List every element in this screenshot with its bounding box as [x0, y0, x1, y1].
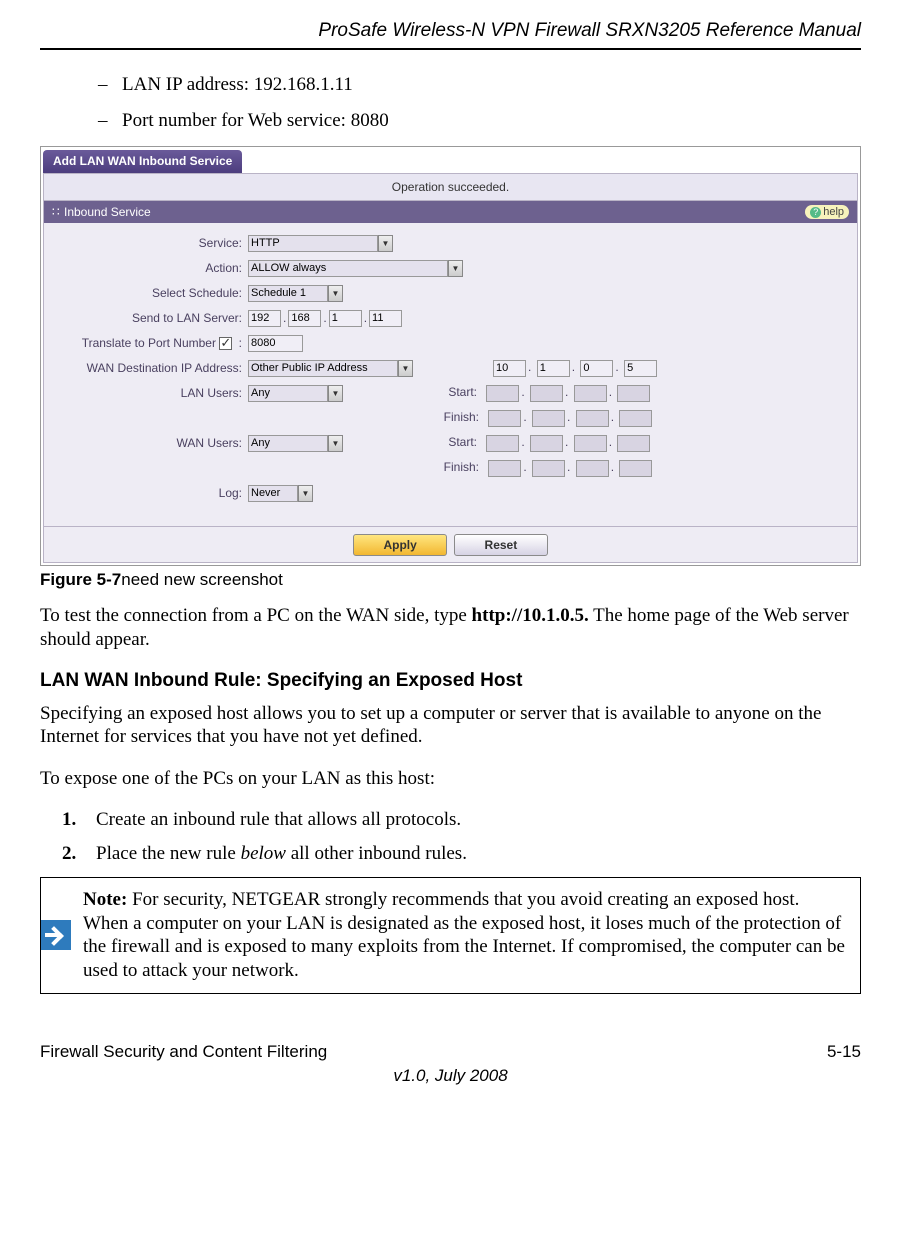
chevron-down-icon[interactable]: ▼: [398, 360, 413, 377]
footer-section: Firewall Security and Content Filtering: [40, 1042, 327, 1062]
section-heading: LAN WAN Inbound Rule: Specifying an Expo…: [40, 670, 861, 692]
translate-checkbox[interactable]: [219, 337, 232, 350]
wan-finish-c[interactable]: [576, 460, 609, 477]
wan-finish-a[interactable]: [488, 460, 521, 477]
schedule-select[interactable]: [248, 285, 328, 302]
wan-dest-select[interactable]: [248, 360, 398, 377]
label-schedule: Select Schedule:: [58, 286, 248, 300]
port-input[interactable]: [248, 335, 303, 352]
chevron-down-icon[interactable]: ▼: [328, 385, 343, 402]
lan-ip-a[interactable]: [248, 310, 281, 327]
lan-finish-a[interactable]: [488, 410, 521, 427]
arrow-icon: [41, 920, 71, 950]
bullet-item: –Port number for Web service: 8080: [98, 110, 861, 132]
lan-users-select[interactable]: [248, 385, 328, 402]
log-select[interactable]: [248, 485, 298, 502]
manual-header: ProSafe Wireless-N VPN Firewall SRXN3205…: [40, 20, 861, 42]
chevron-down-icon[interactable]: ▼: [448, 260, 463, 277]
lan-start-a[interactable]: [486, 385, 519, 402]
lan-finish-d[interactable]: [619, 410, 652, 427]
panel-title: Inbound Service: [64, 205, 151, 219]
form-tab[interactable]: Add LAN WAN Inbound Service: [43, 150, 242, 173]
wan-finish-d[interactable]: [619, 460, 652, 477]
wan-start-c[interactable]: [574, 435, 607, 452]
wan-ip-d[interactable]: [624, 360, 657, 377]
bullet-text: LAN IP address: 192.168.1.11: [122, 74, 353, 96]
help-icon: ?: [810, 207, 821, 218]
lan-start-b[interactable]: [530, 385, 563, 402]
page-footer: Firewall Security and Content Filtering …: [40, 1042, 861, 1086]
lan-finish-c[interactable]: [576, 410, 609, 427]
reset-button[interactable]: Reset: [454, 534, 548, 556]
wan-ip-c[interactable]: [580, 360, 613, 377]
apply-button[interactable]: Apply: [353, 534, 447, 556]
wan-ip-a[interactable]: [493, 360, 526, 377]
label-start: Start:: [423, 435, 483, 449]
action-select[interactable]: [248, 260, 448, 277]
figure-caption: Figure 5-7need new screenshot: [40, 570, 861, 590]
status-message: Operation succeeded.: [43, 173, 858, 200]
wan-start-a[interactable]: [486, 435, 519, 452]
body-paragraph: Specifying an exposed host allows you to…: [40, 702, 861, 750]
footer-page: 5-15: [827, 1042, 861, 1062]
body-paragraph: To expose one of the PCs on your LAN as …: [40, 767, 861, 791]
label-action: Action:: [58, 261, 248, 275]
label-start: Start:: [423, 385, 483, 399]
bullet-item: –LAN IP address: 192.168.1.11: [98, 74, 861, 96]
note-box: Note: For security, NETGEAR strongly rec…: [40, 877, 861, 994]
wan-start-d[interactable]: [617, 435, 650, 452]
bullet-text: Port number for Web service: 8080: [122, 110, 389, 132]
lan-ip-c[interactable]: [329, 310, 362, 327]
chevron-down-icon[interactable]: ▼: [328, 435, 343, 452]
label-log: Log:: [58, 486, 248, 500]
lan-finish-b[interactable]: [532, 410, 565, 427]
header-rule: [40, 48, 861, 50]
label-translate: Translate to Port Number :: [58, 336, 248, 350]
label-service: Service:: [58, 236, 248, 250]
chevron-down-icon[interactable]: ▼: [298, 485, 313, 502]
body-paragraph: To test the connection from a PC on the …: [40, 604, 861, 652]
wan-ip-b[interactable]: [537, 360, 570, 377]
label-finish: Finish:: [425, 410, 485, 424]
label-wan-users: WAN Users:: [58, 436, 248, 450]
lan-ip-b[interactable]: [288, 310, 321, 327]
label-send-lan: Send to LAN Server:: [58, 311, 248, 325]
service-select[interactable]: [248, 235, 378, 252]
wan-users-select[interactable]: [248, 435, 328, 452]
chevron-down-icon[interactable]: ▼: [378, 235, 393, 252]
wan-finish-b[interactable]: [532, 460, 565, 477]
label-wan-dest: WAN Destination IP Address:: [58, 361, 248, 375]
lan-ip-d[interactable]: [369, 310, 402, 327]
lan-start-c[interactable]: [574, 385, 607, 402]
lan-start-d[interactable]: [617, 385, 650, 402]
step-item: 1.Create an inbound rule that allows all…: [62, 809, 861, 831]
footer-version: v1.0, July 2008: [40, 1066, 861, 1086]
label-lan-users: LAN Users:: [58, 386, 248, 400]
screenshot-figure: Add LAN WAN Inbound Service Operation su…: [40, 146, 861, 566]
chevron-down-icon[interactable]: ▼: [328, 285, 343, 302]
label-finish: Finish:: [425, 460, 485, 474]
step-item: 2.Place the new rule below all other inb…: [62, 843, 861, 865]
wan-start-b[interactable]: [530, 435, 563, 452]
help-button[interactable]: ?help: [805, 205, 849, 219]
